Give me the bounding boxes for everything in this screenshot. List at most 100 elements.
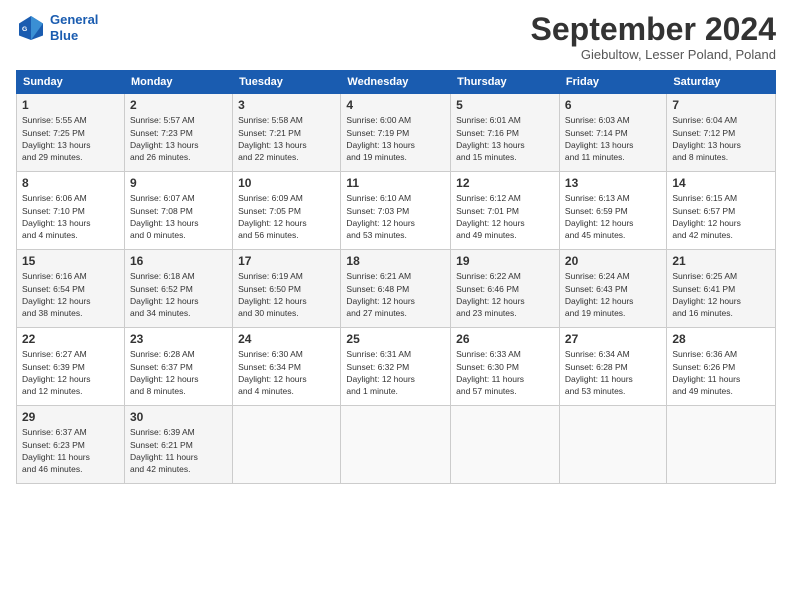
calendar-cell: 17 Sunrise: 6:19 AMSunset: 6:50 PMDaylig…: [233, 250, 341, 328]
calendar-cell: 26 Sunrise: 6:33 AMSunset: 6:30 PMDaylig…: [451, 328, 560, 406]
calendar-cell: 9 Sunrise: 6:07 AMSunset: 7:08 PMDayligh…: [124, 172, 232, 250]
calendar-cell: 6 Sunrise: 6:03 AMSunset: 7:14 PMDayligh…: [559, 94, 666, 172]
header-wednesday: Wednesday: [341, 71, 451, 94]
header: G General Blue September 2024 Giebultow,…: [16, 12, 776, 62]
calendar-week-5: 29 Sunrise: 6:37 AMSunset: 6:23 PMDaylig…: [17, 406, 776, 484]
day-detail: Sunrise: 6:09 AMSunset: 7:05 PMDaylight:…: [238, 193, 307, 240]
calendar-cell: 15 Sunrise: 6:16 AMSunset: 6:54 PMDaylig…: [17, 250, 125, 328]
calendar-week-4: 22 Sunrise: 6:27 AMSunset: 6:39 PMDaylig…: [17, 328, 776, 406]
logo-general: General: [50, 12, 98, 27]
calendar-cell: 18 Sunrise: 6:21 AMSunset: 6:48 PMDaylig…: [341, 250, 451, 328]
calendar-cell: 12 Sunrise: 6:12 AMSunset: 7:01 PMDaylig…: [451, 172, 560, 250]
day-detail: Sunrise: 6:24 AMSunset: 6:43 PMDaylight:…: [565, 271, 634, 318]
day-detail: Sunrise: 6:04 AMSunset: 7:12 PMDaylight:…: [672, 115, 741, 162]
location-subtitle: Giebultow, Lesser Poland, Poland: [531, 47, 776, 62]
calendar-week-2: 8 Sunrise: 6:06 AMSunset: 7:10 PMDayligh…: [17, 172, 776, 250]
day-detail: Sunrise: 6:37 AMSunset: 6:23 PMDaylight:…: [22, 427, 90, 474]
day-detail: Sunrise: 6:01 AMSunset: 7:16 PMDaylight:…: [456, 115, 525, 162]
day-detail: Sunrise: 6:28 AMSunset: 6:37 PMDaylight:…: [130, 349, 199, 396]
day-number: 25: [346, 332, 445, 346]
day-number: 3: [238, 98, 335, 112]
logo-text: General Blue: [50, 12, 98, 43]
calendar-cell: 10 Sunrise: 6:09 AMSunset: 7:05 PMDaylig…: [233, 172, 341, 250]
day-number: 30: [130, 410, 227, 424]
day-detail: Sunrise: 6:06 AMSunset: 7:10 PMDaylight:…: [22, 193, 91, 240]
calendar-cell: 27 Sunrise: 6:34 AMSunset: 6:28 PMDaylig…: [559, 328, 666, 406]
day-detail: Sunrise: 6:19 AMSunset: 6:50 PMDaylight:…: [238, 271, 307, 318]
day-detail: Sunrise: 5:58 AMSunset: 7:21 PMDaylight:…: [238, 115, 307, 162]
month-title: September 2024: [531, 12, 776, 47]
calendar-cell: 16 Sunrise: 6:18 AMSunset: 6:52 PMDaylig…: [124, 250, 232, 328]
day-number: 12: [456, 176, 554, 190]
day-detail: Sunrise: 6:30 AMSunset: 6:34 PMDaylight:…: [238, 349, 307, 396]
day-number: 20: [565, 254, 661, 268]
calendar-cell: 4 Sunrise: 6:00 AMSunset: 7:19 PMDayligh…: [341, 94, 451, 172]
calendar-cell: 5 Sunrise: 6:01 AMSunset: 7:16 PMDayligh…: [451, 94, 560, 172]
calendar-cell: 23 Sunrise: 6:28 AMSunset: 6:37 PMDaylig…: [124, 328, 232, 406]
calendar-cell: 13 Sunrise: 6:13 AMSunset: 6:59 PMDaylig…: [559, 172, 666, 250]
day-number: 9: [130, 176, 227, 190]
header-monday: Monday: [124, 71, 232, 94]
day-number: 13: [565, 176, 661, 190]
day-number: 10: [238, 176, 335, 190]
calendar-cell: 7 Sunrise: 6:04 AMSunset: 7:12 PMDayligh…: [667, 94, 776, 172]
calendar-cell: [667, 406, 776, 484]
calendar-cell: 11 Sunrise: 6:10 AMSunset: 7:03 PMDaylig…: [341, 172, 451, 250]
day-detail: Sunrise: 6:33 AMSunset: 6:30 PMDaylight:…: [456, 349, 524, 396]
calendar-header-row: Sunday Monday Tuesday Wednesday Thursday…: [17, 71, 776, 94]
header-tuesday: Tuesday: [233, 71, 341, 94]
calendar-cell: [559, 406, 666, 484]
calendar-cell: 24 Sunrise: 6:30 AMSunset: 6:34 PMDaylig…: [233, 328, 341, 406]
day-number: 2: [130, 98, 227, 112]
header-thursday: Thursday: [451, 71, 560, 94]
day-number: 18: [346, 254, 445, 268]
day-number: 1: [22, 98, 119, 112]
calendar-cell: 2 Sunrise: 5:57 AMSunset: 7:23 PMDayligh…: [124, 94, 232, 172]
day-detail: Sunrise: 6:15 AMSunset: 6:57 PMDaylight:…: [672, 193, 741, 240]
day-detail: Sunrise: 6:31 AMSunset: 6:32 PMDaylight:…: [346, 349, 415, 396]
calendar-cell: 8 Sunrise: 6:06 AMSunset: 7:10 PMDayligh…: [17, 172, 125, 250]
calendar-cell: 19 Sunrise: 6:22 AMSunset: 6:46 PMDaylig…: [451, 250, 560, 328]
day-detail: Sunrise: 6:13 AMSunset: 6:59 PMDaylight:…: [565, 193, 634, 240]
day-number: 15: [22, 254, 119, 268]
day-number: 14: [672, 176, 770, 190]
day-detail: Sunrise: 5:55 AMSunset: 7:25 PMDaylight:…: [22, 115, 91, 162]
calendar-week-3: 15 Sunrise: 6:16 AMSunset: 6:54 PMDaylig…: [17, 250, 776, 328]
day-number: 19: [456, 254, 554, 268]
day-detail: Sunrise: 6:22 AMSunset: 6:46 PMDaylight:…: [456, 271, 525, 318]
header-saturday: Saturday: [667, 71, 776, 94]
day-detail: Sunrise: 6:25 AMSunset: 6:41 PMDaylight:…: [672, 271, 741, 318]
day-detail: Sunrise: 6:10 AMSunset: 7:03 PMDaylight:…: [346, 193, 415, 240]
calendar-cell: 14 Sunrise: 6:15 AMSunset: 6:57 PMDaylig…: [667, 172, 776, 250]
calendar-cell: 20 Sunrise: 6:24 AMSunset: 6:43 PMDaylig…: [559, 250, 666, 328]
day-number: 24: [238, 332, 335, 346]
svg-text:G: G: [22, 26, 27, 33]
day-number: 5: [456, 98, 554, 112]
day-number: 27: [565, 332, 661, 346]
logo-icon: G: [16, 13, 46, 43]
day-detail: Sunrise: 6:36 AMSunset: 6:26 PMDaylight:…: [672, 349, 740, 396]
day-number: 28: [672, 332, 770, 346]
calendar-cell: 29 Sunrise: 6:37 AMSunset: 6:23 PMDaylig…: [17, 406, 125, 484]
day-detail: Sunrise: 6:16 AMSunset: 6:54 PMDaylight:…: [22, 271, 91, 318]
day-number: 17: [238, 254, 335, 268]
day-number: 23: [130, 332, 227, 346]
day-number: 21: [672, 254, 770, 268]
day-number: 29: [22, 410, 119, 424]
calendar-table: Sunday Monday Tuesday Wednesday Thursday…: [16, 70, 776, 484]
calendar-cell: 30 Sunrise: 6:39 AMSunset: 6:21 PMDaylig…: [124, 406, 232, 484]
day-number: 8: [22, 176, 119, 190]
logo: G General Blue: [16, 12, 98, 43]
day-number: 26: [456, 332, 554, 346]
calendar-cell: [341, 406, 451, 484]
calendar-week-1: 1 Sunrise: 5:55 AMSunset: 7:25 PMDayligh…: [17, 94, 776, 172]
day-detail: Sunrise: 6:27 AMSunset: 6:39 PMDaylight:…: [22, 349, 91, 396]
day-number: 22: [22, 332, 119, 346]
title-block: September 2024 Giebultow, Lesser Poland,…: [531, 12, 776, 62]
day-detail: Sunrise: 6:00 AMSunset: 7:19 PMDaylight:…: [346, 115, 415, 162]
day-number: 11: [346, 176, 445, 190]
day-detail: Sunrise: 6:12 AMSunset: 7:01 PMDaylight:…: [456, 193, 525, 240]
calendar-cell: 22 Sunrise: 6:27 AMSunset: 6:39 PMDaylig…: [17, 328, 125, 406]
day-detail: Sunrise: 6:34 AMSunset: 6:28 PMDaylight:…: [565, 349, 633, 396]
header-friday: Friday: [559, 71, 666, 94]
